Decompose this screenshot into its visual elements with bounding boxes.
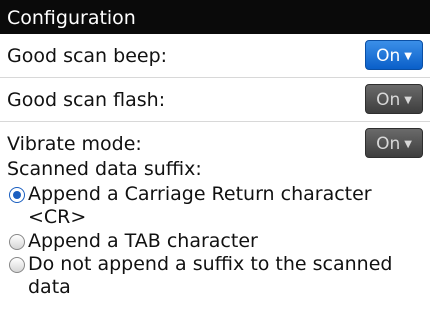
scanned-data-suffix-label: Scanned data suffix: <box>7 158 202 180</box>
caret-down-icon: ▼ <box>404 95 412 106</box>
vibrate-mode-value: On <box>376 134 401 154</box>
vibrate-mode-label: Vibrate mode: <box>7 133 142 155</box>
radio-option-line: Append a TAB character <box>28 230 258 252</box>
good-scan-flash-value: On <box>376 90 401 110</box>
radio-button-icon[interactable] <box>9 257 25 273</box>
screen-title: Configuration <box>7 7 136 29</box>
radio-option-text: Append a TAB character <box>28 230 423 253</box>
vibrate-mode-dropdown[interactable]: On ▼ <box>365 128 423 158</box>
good-scan-flash-label: Good scan flash: <box>7 89 166 111</box>
good-scan-beep-dropdown[interactable]: On ▼ <box>365 40 423 70</box>
radio-option-line: Append a Carriage Return character <box>28 183 372 205</box>
radio-dot-icon <box>13 191 21 199</box>
radio-option-text: Do not append a suffix to the scanned da… <box>28 253 423 299</box>
setting-row-good-scan-flash: Good scan flash: On ▼ <box>0 78 430 122</box>
caret-down-icon: ▼ <box>404 139 412 150</box>
radio-option-line: <CR> <box>28 206 87 228</box>
radio-option-line: Do not append a suffix to the scanned <box>28 253 393 275</box>
radio-option-text: Append a Carriage Return character <CR> <box>28 183 423 229</box>
setting-row-good-scan-beep: Good scan beep: On ▼ <box>0 34 430 78</box>
radio-option-line: data <box>28 276 71 298</box>
title-bar: Configuration <box>0 0 430 34</box>
good-scan-beep-label: Good scan beep: <box>7 45 168 67</box>
radio-button-icon[interactable] <box>9 234 25 250</box>
good-scan-flash-dropdown[interactable]: On ▼ <box>365 84 423 114</box>
radio-button-selected-icon[interactable] <box>9 187 25 203</box>
caret-down-icon: ▼ <box>404 51 412 62</box>
good-scan-beep-value: On <box>376 46 401 66</box>
